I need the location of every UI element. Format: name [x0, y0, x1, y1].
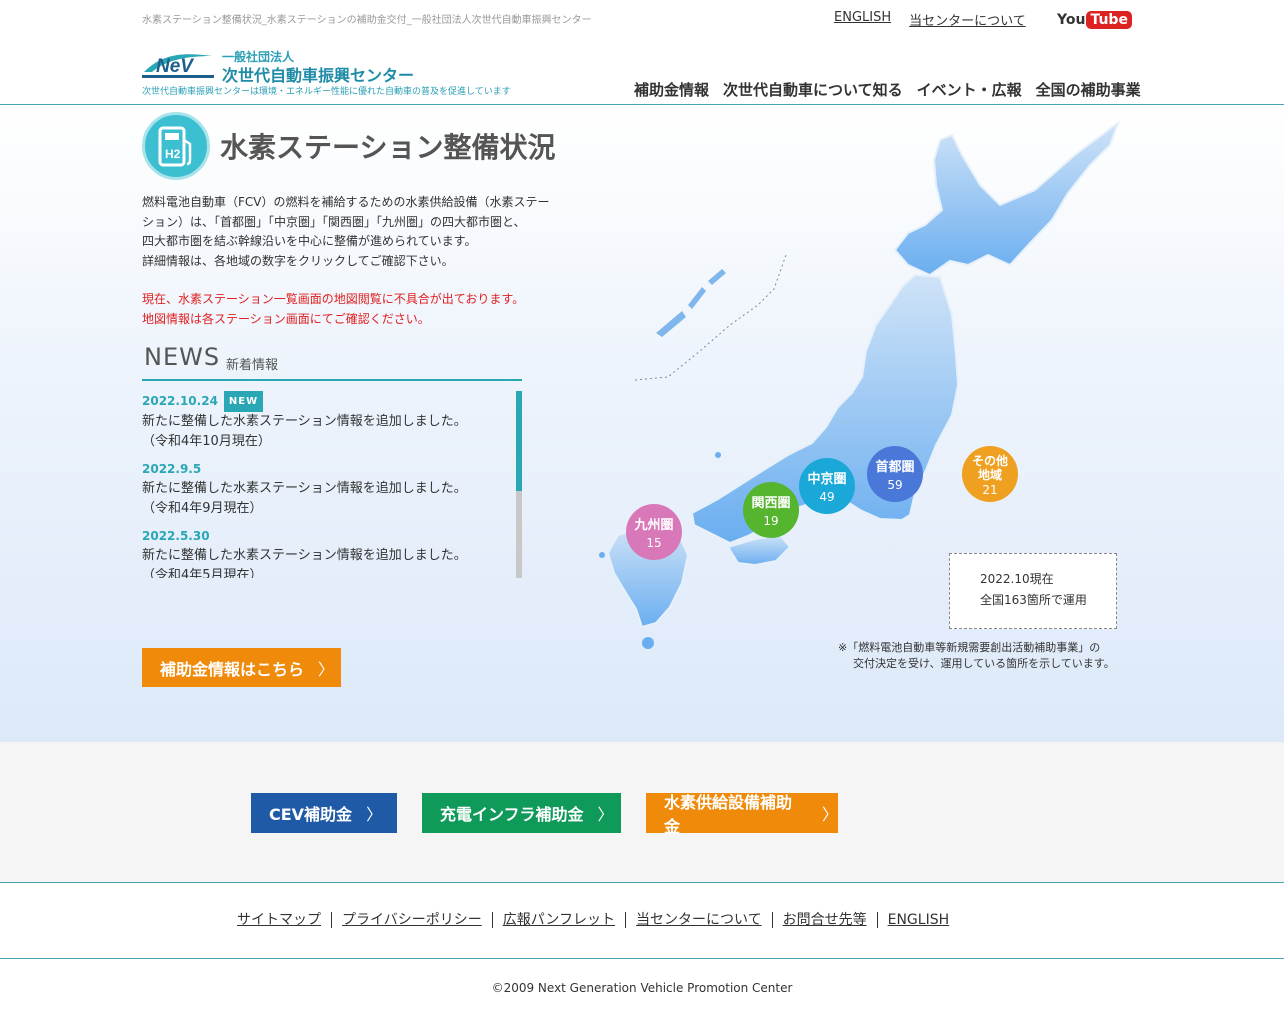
region-shutoken-bubble[interactable]: 首都圏 59 [867, 446, 923, 502]
subsidy-info-button[interactable]: 補助金情報はこちら〉 [142, 648, 341, 687]
chevron-right-icon: 〉 [366, 805, 383, 824]
region-name: 関西圏 [751, 496, 791, 511]
banner-area [0, 742, 1284, 883]
org-tagline: 次世代自動車振興センターは環境・エネルギー性能に優れた自動車の普及を促進していま… [142, 87, 511, 97]
chevron-right-icon: 〉 [597, 805, 614, 824]
news-scrollbar-thumb[interactable] [516, 391, 522, 491]
nav-national-projects[interactable]: 全国の補助事業 [1036, 79, 1141, 100]
region-name: 九州圏 [634, 518, 674, 533]
footer-privacy-link[interactable]: プライバシーポリシー [331, 912, 492, 928]
news-list[interactable]: 2022.10.24 NEW 新たに整備した水素ステーション情報を追加しました。 … [142, 391, 522, 578]
nev-logo-icon: NeV [142, 54, 214, 78]
hokkaido-shape [893, 120, 1121, 277]
news-item: 2022.10.24 NEW 新たに整備した水素ステーション情報を追加しました。 … [142, 391, 522, 451]
map-footnote: ※「燃料電池自動車等新規需要創出活動補助事業」の 交付決定を受け、運用している箇… [838, 641, 1115, 670]
region-count: 15 [646, 536, 662, 550]
hydrogen-supply-subsidy-button[interactable]: 水素供給設備補助金〉 [646, 793, 838, 836]
news-text[interactable]: 新たに整備した水素ステーション情報を追加しました。 [142, 479, 522, 499]
nav-about-vehicles[interactable]: 次世代自動車について知る [723, 79, 903, 100]
copyright: ©2009 Next Generation Vehicle Promotion … [491, 981, 793, 995]
chevron-right-icon: 〉 [821, 805, 838, 824]
nev-logo-text: NeV [156, 56, 194, 77]
news-subtext: （令和4年10月現在） [142, 433, 271, 449]
footer-divider [0, 958, 1284, 959]
news-subtext: （令和4年9月現在） [142, 500, 263, 516]
news-date: 2022.5.30 [142, 529, 210, 543]
english-link[interactable]: ENGLISH [834, 10, 891, 29]
stat-date: 2022.10現在 [980, 572, 1054, 586]
global-nav: 補助金情報 次世代自動車について知る イベント・広報 全国の補助事業 [634, 79, 1141, 100]
news-title-en: NEWS [144, 343, 221, 371]
footer-about-link[interactable]: 当センターについて [625, 912, 772, 928]
org-name: 次世代自動車振興センター [222, 66, 415, 85]
page-title: 水素ステーション整備状況 [220, 131, 556, 164]
nav-subsidy-info[interactable]: 補助金情報 [634, 79, 709, 100]
news-text[interactable]: 新たに整備した水素ステーション情報を追加しました。 [142, 412, 522, 432]
intro-text: 燃料電池自動車（FCV）の燃料を補給するための水素供給設備（水素ステー ション）… [142, 195, 550, 268]
news-date: 2022.9.5 [142, 462, 202, 476]
top-links: ENGLISH 当センターについて [834, 10, 1026, 29]
chevron-right-icon: 〉 [318, 659, 335, 679]
youtube-tube-text: Tube [1086, 11, 1132, 29]
region-count: 19 [763, 514, 779, 528]
region-name: 中京圏 [807, 472, 847, 487]
charging-infra-subsidy-button[interactable]: 充電インフラ補助金〉 [422, 793, 621, 833]
stat-total: 全国163箇所で運用 [980, 593, 1087, 607]
youtube-icon[interactable]: You Tube [1057, 11, 1132, 29]
region-other-bubble[interactable]: その他 地域 21 [962, 446, 1018, 502]
region-chukyo-bubble[interactable]: 中京圏 49 [799, 458, 855, 514]
station-stats-box: 2022.10現在 全国163箇所で運用 [949, 553, 1117, 629]
footer-english-link[interactable]: ENGLISH [876, 912, 960, 928]
region-count: 21 [982, 483, 998, 497]
notice-text: 現在、水素ステーション一覧画面の地図閲覧に不具合が出ております。 地図情報は各ス… [142, 292, 525, 326]
youtube-you-text: You [1057, 12, 1086, 28]
hydrogen-station-icon: H2 [142, 112, 210, 180]
news-text[interactable]: 新たに整備した水素ステーション情報を追加しました。 [142, 546, 522, 566]
cev-subsidy-button[interactable]: CEV補助金〉 [251, 793, 397, 833]
nav-events-pr[interactable]: イベント・広報 [917, 79, 1022, 100]
footer-contact-link[interactable]: お問合せ先等 [771, 912, 877, 928]
region-name: 首都圏 [875, 460, 915, 475]
new-badge: NEW [223, 391, 264, 412]
news-subtext: （令和4年5月現在） [142, 567, 263, 579]
region-name-line1: その他 [971, 454, 1008, 468]
region-kansai-bubble[interactable]: 関西圏 19 [743, 482, 799, 538]
page-topline: 水素ステーション整備状況_水素ステーションの補助金交付_一般社団法人次世代自動車… [142, 15, 592, 26]
about-center-link[interactable]: 当センターについて [909, 10, 1026, 29]
region-name-line2: 地域 [977, 468, 1002, 482]
news-heading: NEWS 新着情報 [142, 343, 522, 381]
news-item: 2022.9.5 新たに整備した水素ステーション情報を追加しました。 （令和4年… [142, 460, 522, 518]
region-kyushu-bubble[interactable]: 九州圏 15 [626, 504, 682, 560]
footer-pamphlet-link[interactable]: 広報パンフレット [491, 912, 625, 928]
news-item: 2022.5.30 新たに整備した水素ステーション情報を追加しました。 （令和4… [142, 527, 522, 578]
svg-text:H2: H2 [165, 147, 181, 161]
region-count: 49 [819, 490, 835, 504]
news-date: 2022.10.24 [142, 394, 218, 408]
footer-links: サイトマップ プライバシーポリシー 広報パンフレット 当センターについて お問合… [237, 912, 959, 928]
news-title-ja: 新着情報 [226, 358, 279, 373]
region-count: 59 [887, 478, 903, 492]
footer-sitemap-link[interactable]: サイトマップ [237, 912, 331, 928]
